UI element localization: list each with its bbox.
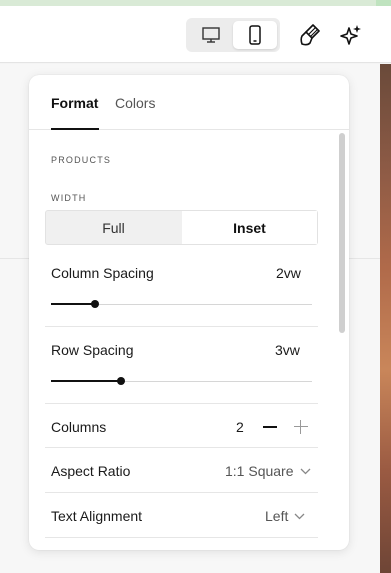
chevron-down-icon [300,468,310,474]
text-alignment-value: Left [265,508,289,524]
aspect-ratio-dropdown[interactable]: 1:1 Square [225,463,311,479]
slider-handle[interactable] [91,300,99,308]
aspect-ratio-value: 1:1 Square [225,463,294,479]
text-alignment-label: Text Alignment [51,508,143,524]
mobile-view-button[interactable] [233,21,277,49]
divider [45,403,318,404]
slider-fill [51,303,95,305]
divider [45,492,318,493]
background-photo [380,64,391,573]
width-option-inset[interactable]: Inset [182,211,317,244]
columns-increment-button[interactable] [293,419,309,435]
sparkle-icon [340,25,361,45]
site-styles-button[interactable] [294,18,326,52]
brush-icon [300,24,320,46]
panel-scrollbar[interactable] [339,133,345,333]
device-toggle [186,18,280,52]
width-option-full[interactable]: Full [46,211,181,244]
row-spacing-slider[interactable] [51,376,312,388]
column-spacing-label: Column Spacing [51,265,154,281]
tab-colors[interactable]: Colors [115,95,155,130]
width-segmented-control: Full Inset [45,210,318,245]
columns-label: Columns [51,419,107,435]
desktop-view-button[interactable] [189,21,233,49]
column-spacing-value: 2vw [276,265,301,281]
section-title: PRODUCTS [51,155,112,165]
row-spacing-label: Row Spacing [51,342,134,358]
chevron-down-icon [294,513,305,519]
columns-decrement-button[interactable] [262,419,278,435]
slider-handle[interactable] [117,377,125,385]
divider [45,326,318,327]
divider [45,537,318,538]
panel-tabs: Format Colors [29,75,349,130]
divider [45,447,318,448]
aspect-ratio-label: Aspect Ratio [51,463,131,479]
mobile-icon [249,25,261,45]
tab-format[interactable]: Format [51,95,99,130]
editor-toolbar [0,6,391,63]
columns-value: 2 [236,419,244,435]
row-spacing-value: 3vw [275,342,300,358]
text-alignment-dropdown[interactable]: Left [265,508,305,524]
column-spacing-slider[interactable] [51,299,312,311]
ai-assist-button[interactable] [335,18,367,52]
desktop-icon [202,27,220,43]
format-panel: Format Colors PRODUCTS WIDTH Full Inset … [29,75,349,550]
width-label: WIDTH [51,193,87,203]
slider-fill [51,380,121,382]
